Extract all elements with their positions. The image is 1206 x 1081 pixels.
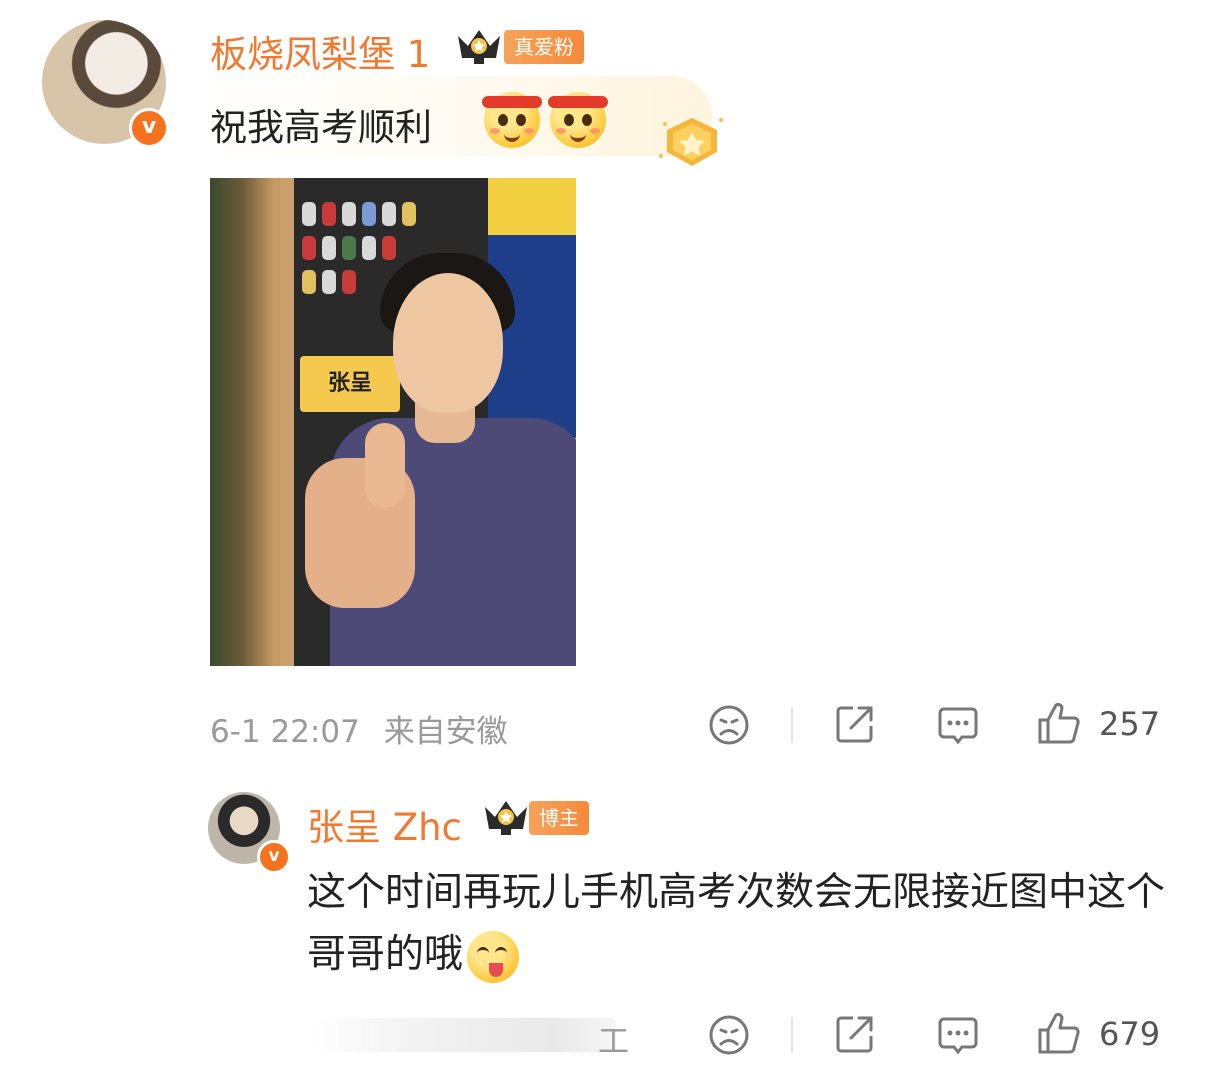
thumbs-up-icon[interactable]: [1036, 700, 1082, 746]
name-tag: 张呈: [300, 356, 400, 412]
comment-icon[interactable]: [936, 703, 980, 747]
location: 来自安徽: [383, 714, 508, 750]
share-icon[interactable]: [833, 1012, 877, 1056]
star-medal-icon: [659, 118, 723, 166]
comment-text: 祝我高考顺利: [210, 106, 432, 149]
comment-image[interactable]: 张呈: [210, 178, 576, 666]
crown-level-icon: [458, 30, 500, 64]
comment-meta: 6-1 22:07 来自安徽: [210, 706, 508, 751]
reply-username[interactable]: 张呈 Zhc: [307, 797, 462, 851]
fan-level-badge: 真爱粉: [504, 30, 584, 64]
sad-face-icon[interactable]: [708, 1014, 750, 1056]
obscured-meta: [306, 1018, 616, 1052]
verified-badge: v: [257, 840, 291, 874]
obscured-char: 工: [598, 1024, 629, 1060]
tongue-emoji-icon: [467, 930, 520, 983]
reply-text-content: 这个时间再玩儿手机高考次数会无限接近图中这个哥哥的哦: [307, 870, 1166, 977]
like-count: 679: [1099, 1015, 1161, 1053]
sad-face-icon[interactable]: [708, 704, 750, 746]
divider: [791, 707, 793, 743]
verified-badge: v: [129, 108, 169, 148]
thumbs-up-icon[interactable]: [1036, 1010, 1082, 1056]
username[interactable]: 板烧凤梨堡 1: [210, 24, 430, 78]
emoji-icon: [482, 92, 542, 148]
comment-icon[interactable]: [936, 1013, 980, 1057]
share-icon[interactable]: [833, 702, 877, 746]
emoji-icon: [548, 92, 608, 148]
divider: [791, 1017, 793, 1053]
crown-level-icon: [485, 801, 527, 835]
reply-text: 这个时间再玩儿手机高考次数会无限接近图中这个哥哥的哦: [307, 862, 1167, 986]
blogger-badge: 博主: [529, 801, 589, 835]
like-count: 257: [1099, 705, 1161, 743]
timestamp: 6-1 22:07: [210, 714, 360, 750]
